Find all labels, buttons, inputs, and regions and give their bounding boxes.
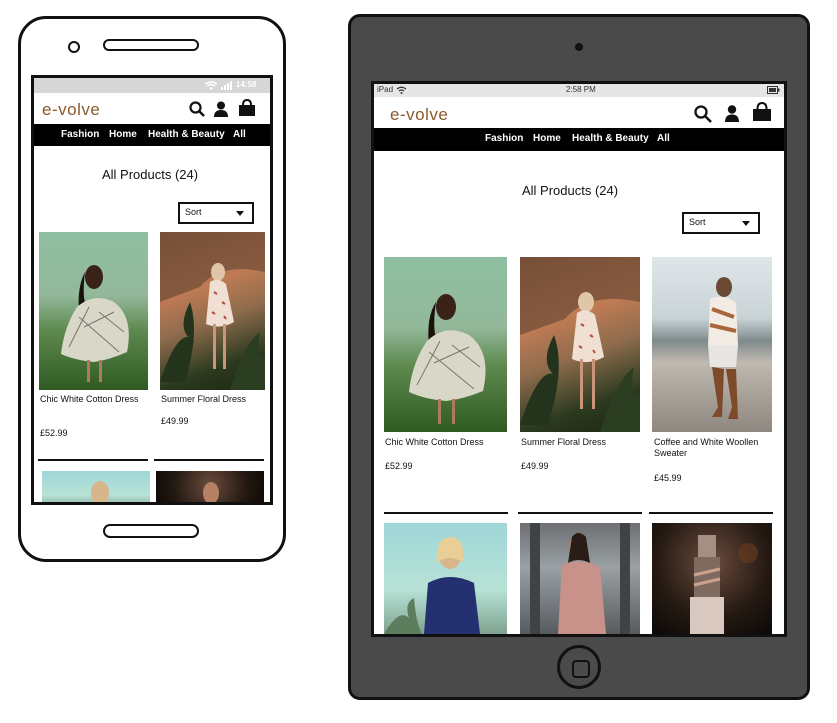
nav-item-fashion[interactable]: Fashion	[61, 129, 99, 140]
product-photo-lace-dress	[384, 537, 480, 634]
product-price-1: £52.99	[385, 461, 413, 471]
sort-select[interactable]: Sort	[682, 212, 760, 234]
product-photo-coat	[203, 482, 219, 502]
product-image-1[interactable]	[384, 257, 507, 432]
tablet-header: e-volve	[374, 98, 784, 126]
row-divider	[154, 459, 264, 461]
phone-status-bar: 14:58	[34, 78, 270, 93]
search-icon[interactable]	[189, 101, 205, 117]
product-image-2[interactable]	[160, 232, 265, 390]
tablet-status-time: 2:58 PM	[566, 85, 596, 94]
brand-logo[interactable]: e-volve	[42, 100, 100, 120]
product-name-2[interactable]: Summer Floral Dress	[521, 437, 639, 448]
tablet-status-bar: iPad 2:58 PM	[374, 84, 784, 97]
phone-home-button[interactable]	[103, 524, 199, 538]
tablet-screen: iPad 2:58 PM e-volve Fashion Home Health…	[371, 81, 787, 637]
tablet-home-button[interactable]	[557, 645, 601, 689]
chevron-down-icon	[236, 211, 244, 216]
tablet-status-device: iPad	[377, 85, 394, 94]
nav-item-health-beauty[interactable]: Health & Beauty	[148, 129, 225, 140]
row-divider	[518, 512, 642, 514]
product-image-2[interactable]	[520, 257, 640, 432]
wifi-icon	[396, 86, 407, 94]
product-photo-floral-dress	[520, 257, 640, 432]
nav-item-all[interactable]: All	[657, 133, 670, 144]
product-photo-woman-dress	[409, 294, 486, 424]
row-divider	[384, 512, 508, 514]
product-name-3[interactable]: Coffee and White Woollen Sweater	[654, 437, 774, 459]
shopping-bag-icon[interactable]	[238, 99, 256, 117]
product-photo-coat	[530, 523, 630, 634]
nav-item-home[interactable]: Home	[109, 129, 137, 140]
product-photo-woollen-sweater	[708, 277, 738, 419]
product-price-2: £49.99	[521, 461, 549, 471]
product-image-5[interactable]	[156, 471, 264, 502]
sort-label: Sort	[689, 217, 706, 227]
product-image-4[interactable]	[384, 523, 507, 634]
product-image-5[interactable]	[520, 523, 640, 634]
product-name-2[interactable]: Summer Floral Dress	[161, 394, 265, 405]
signal-icon	[221, 81, 232, 90]
nav-item-all[interactable]: All	[233, 129, 246, 140]
product-photo-perfume	[690, 535, 758, 634]
nav-item-fashion[interactable]: Fashion	[485, 133, 523, 144]
product-price-2: £49.99	[161, 416, 189, 426]
chevron-down-icon	[742, 221, 750, 226]
product-price-1: £52.99	[40, 428, 68, 438]
user-icon[interactable]	[725, 105, 739, 122]
user-icon[interactable]	[214, 101, 228, 117]
phone-nav-bar: Fashion Home Health & Beauty All	[34, 124, 270, 146]
product-name-1[interactable]: Chic White Cotton Dress	[40, 394, 140, 405]
shopping-bag-icon[interactable]	[752, 102, 772, 122]
phone-header: e-volve	[34, 94, 270, 124]
brand-logo[interactable]: e-volve	[390, 105, 448, 125]
phone-mockup: 14:58 e-volve Fashion Home Health & Beau…	[18, 16, 286, 562]
nav-item-health-beauty[interactable]: Health & Beauty	[572, 133, 649, 144]
tablet-mockup: iPad 2:58 PM e-volve Fashion Home Health…	[348, 14, 810, 700]
search-icon[interactable]	[694, 105, 712, 123]
row-divider	[649, 512, 773, 514]
home-square-icon	[572, 660, 590, 678]
product-image-3[interactable]	[652, 257, 772, 432]
sort-label: Sort	[185, 207, 202, 217]
page-title: All Products (24)	[522, 183, 619, 198]
nav-item-home[interactable]: Home	[533, 133, 561, 144]
product-photo-lace-dress	[91, 481, 109, 502]
phone-screen: 14:58 e-volve Fashion Home Health & Beau…	[31, 75, 273, 505]
phone-speaker	[103, 39, 199, 51]
phone-camera	[68, 41, 80, 53]
wifi-icon	[204, 81, 218, 90]
tablet-nav-bar: Fashion Home Health & Beauty All	[374, 128, 784, 151]
tablet-camera	[575, 43, 583, 51]
product-image-1[interactable]	[39, 232, 148, 390]
row-divider	[38, 459, 148, 461]
phone-status-time: 14:58	[236, 80, 257, 89]
battery-icon	[767, 86, 780, 94]
product-photo-floral-dress	[160, 232, 265, 390]
product-image-6[interactable]	[652, 523, 772, 634]
product-image-4[interactable]	[42, 471, 150, 502]
product-name-1[interactable]: Chic White Cotton Dress	[385, 437, 507, 448]
page-title: All Products (24)	[102, 167, 199, 182]
product-price-3: £45.99	[654, 473, 682, 483]
product-photo-woman-dress	[61, 265, 129, 382]
sort-select[interactable]: Sort	[178, 202, 254, 224]
